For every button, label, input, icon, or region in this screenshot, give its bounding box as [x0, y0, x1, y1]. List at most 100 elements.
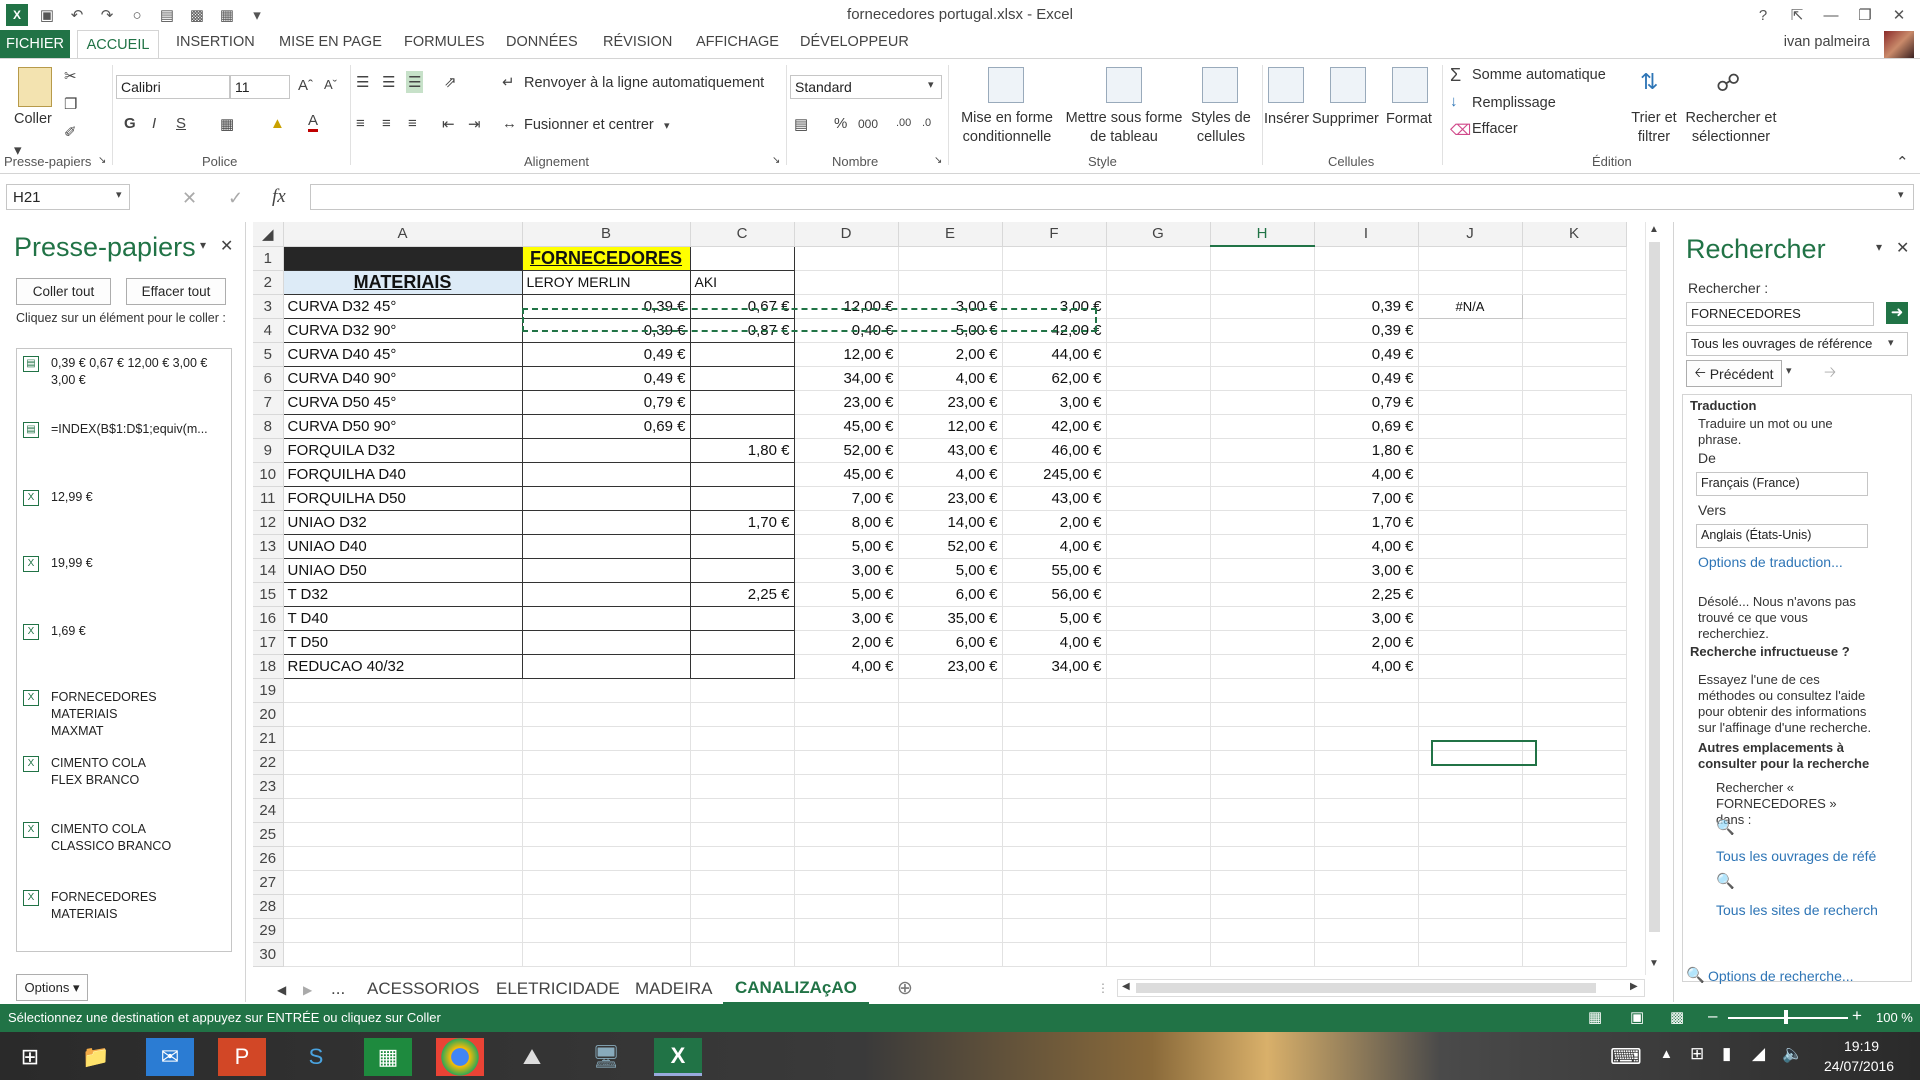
cell[interactable] [898, 774, 1003, 799]
cell[interactable] [898, 726, 1003, 751]
cell[interactable]: 5,00 € [794, 534, 899, 559]
cell[interactable] [1522, 942, 1627, 967]
row-header[interactable]: 6 [253, 366, 284, 391]
cell[interactable] [1522, 390, 1627, 415]
cell[interactable]: 4,00 € [1314, 654, 1419, 679]
row-header[interactable]: 25 [253, 822, 284, 847]
cell[interactable] [1418, 366, 1523, 391]
search-input[interactable]: FORNECEDORES [1686, 302, 1874, 326]
cell[interactable]: CURVA D50 45° [282, 390, 523, 415]
zoom-out-icon[interactable]: – [1708, 1006, 1717, 1026]
cell[interactable] [690, 486, 795, 511]
cell[interactable] [522, 534, 691, 559]
row-header[interactable]: 13 [253, 534, 284, 559]
cell[interactable] [1522, 822, 1627, 847]
cell[interactable] [1210, 534, 1315, 559]
row-header[interactable]: 22 [253, 750, 284, 775]
column-header[interactable]: A [283, 222, 523, 247]
clock-time[interactable]: 19:19 [1844, 1038, 1879, 1054]
cell[interactable] [1210, 774, 1315, 799]
cell[interactable] [1106, 630, 1211, 655]
cell[interactable] [1522, 270, 1627, 295]
tab-mise-en-page[interactable]: MISE EN PAGE [279, 34, 382, 50]
cell[interactable] [1522, 726, 1627, 751]
clipboard-item[interactable]: ▤ =INDEX(B$1:D$1;equiv(m... [23, 421, 227, 438]
research-options-icon[interactable]: ▾ [1876, 240, 1882, 254]
cell[interactable]: 1,80 € [690, 438, 795, 463]
cell-styles-button[interactable]: Styles de cellules [1184, 109, 1258, 147]
cell[interactable] [283, 942, 523, 967]
table-format-button[interactable]: Mettre sous forme de tableau [1060, 109, 1188, 147]
autosum-icon[interactable]: Σ [1450, 65, 1461, 86]
cell[interactable]: 4,00 € [1002, 534, 1107, 559]
cell[interactable] [1314, 822, 1419, 847]
cell[interactable] [1002, 750, 1107, 775]
cell[interactable] [794, 750, 899, 775]
cell[interactable] [283, 726, 523, 751]
page-break-icon[interactable]: ▩ [1670, 1008, 1684, 1026]
store-icon[interactable]: ▦ [364, 1038, 412, 1076]
insert-function-button[interactable]: fx [272, 186, 286, 208]
cell[interactable] [522, 654, 691, 679]
row-header[interactable]: 16 [253, 606, 284, 631]
cell[interactable] [1522, 894, 1627, 919]
row-header[interactable]: 29 [253, 918, 284, 943]
tab-affichage[interactable]: AFFICHAGE [696, 34, 779, 50]
cell[interactable]: 12,00 € [794, 342, 899, 367]
close-clipboard-icon[interactable]: ✕ [220, 236, 233, 256]
cell[interactable] [690, 342, 795, 367]
cell[interactable]: 23,00 € [898, 486, 1003, 511]
cell[interactable] [1106, 486, 1211, 511]
cell[interactable] [283, 678, 523, 703]
cell[interactable]: 4,00 € [898, 462, 1003, 487]
enter-icon[interactable]: ✓ [228, 188, 243, 209]
cell[interactable]: 2,00 € [1314, 630, 1419, 655]
cell[interactable] [1002, 678, 1107, 703]
align-left-icon[interactable]: ≡ [356, 115, 365, 132]
row-header[interactable]: 14 [253, 558, 284, 583]
all-sites-link[interactable]: Tous les sites de recherch [1716, 902, 1906, 918]
cell[interactable] [522, 630, 691, 655]
cell[interactable] [690, 894, 795, 919]
merge-dropdown-icon[interactable]: ▾ [664, 119, 670, 132]
cell[interactable]: 0,39 € [1314, 294, 1419, 319]
cell[interactable] [1002, 942, 1107, 967]
cell[interactable] [283, 822, 523, 847]
cell[interactable]: 34,00 € [1002, 654, 1107, 679]
row-header[interactable]: 8 [253, 414, 284, 439]
cell[interactable] [794, 870, 899, 895]
sort-filter-button[interactable]: Trier et filtrer [1626, 109, 1682, 147]
number-format-select[interactable]: Standard [790, 75, 942, 99]
cell[interactable]: 3,00 € [1002, 294, 1107, 319]
alignment-launcher-icon[interactable]: ↘ [772, 155, 780, 166]
clipboard-item[interactable]: X CIMENTO COLA FLEX BRANCO [23, 755, 227, 789]
keyboard-icon[interactable]: ⌨ [1610, 1044, 1642, 1070]
cell[interactable]: 45,00 € [794, 414, 899, 439]
cell[interactable]: 55,00 € [1002, 558, 1107, 583]
clipboard-item[interactable]: ▤ 0,39 € 0,67 € 12,00 € 3,00 € 3,00 € [23, 355, 227, 389]
cell[interactable]: 42,00 € [1002, 414, 1107, 439]
cell[interactable] [898, 702, 1003, 727]
cell[interactable]: 23,00 € [898, 654, 1003, 679]
cell[interactable] [690, 630, 795, 655]
cell[interactable] [1106, 894, 1211, 919]
cell[interactable]: T D50 [282, 630, 523, 655]
zoom-in-icon[interactable]: + [1852, 1006, 1862, 1026]
cell[interactable]: 4,00 € [794, 654, 899, 679]
cell[interactable] [522, 558, 691, 583]
cell[interactable] [1418, 942, 1523, 967]
cell[interactable] [1210, 918, 1315, 943]
sheet-ellipsis[interactable]: ... [331, 979, 345, 999]
cell[interactable] [1106, 798, 1211, 823]
cell[interactable] [1418, 846, 1523, 871]
cell[interactable] [1522, 606, 1627, 631]
chrome-icon[interactable] [436, 1038, 484, 1076]
cell[interactable] [1002, 726, 1107, 751]
decrease-decimal-icon[interactable]: .0 [922, 117, 931, 129]
cell[interactable] [1314, 942, 1419, 967]
cell[interactable] [1314, 678, 1419, 703]
cell[interactable] [1002, 774, 1107, 799]
cell[interactable] [522, 798, 691, 823]
tab-donnees[interactable]: DONNÉES [506, 34, 578, 50]
cell[interactable] [1106, 270, 1211, 295]
